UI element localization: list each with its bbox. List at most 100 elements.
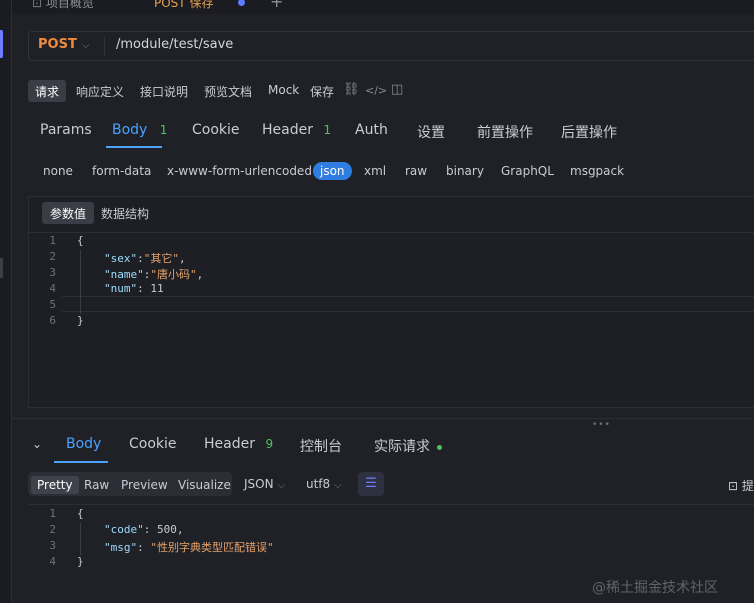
divider [29,232,754,233]
response-tab-actual-request[interactable]: 实际请求 [374,436,443,456]
tab-project-overview[interactable]: ⊡ 项目概览 [32,0,94,14]
body-type-graphql[interactable]: GraphQL [501,164,554,178]
tab-post-save[interactable]: POST 保存 [154,0,213,14]
url-input[interactable]: /module/test/save [116,37,233,52]
overview-icon: ⊡ [32,0,43,10]
tab-param-values[interactable]: 参数值 [42,202,95,224]
line-number: 3 [49,266,56,279]
indent-guide [80,250,81,314]
new-tab-button[interactable]: + [270,0,283,12]
method-select[interactable]: POST [38,37,77,52]
code-line: "num": 11 [104,282,164,295]
encoding-select[interactable]: utf8 ⌵ [306,477,342,491]
tab-auth[interactable]: Auth [355,122,388,138]
left-activity-strip [0,0,12,603]
divider [28,504,754,505]
extract-icon: ⊡ [728,479,739,493]
body-type-urlencoded[interactable]: x-www-form-urlencoded [167,164,312,178]
response-tab-body[interactable]: Body [66,436,101,452]
json-key: "code" [104,523,144,536]
json-string: "唐小码" [150,268,197,281]
body-type-json[interactable]: json [313,162,352,180]
active-tab-underline [54,461,108,463]
tab-body[interactable]: Body 1 [112,122,167,138]
count-badge: 9 [265,437,274,451]
line-number: 1 [49,234,56,247]
body-type-raw[interactable]: raw [405,164,427,178]
code-icon[interactable]: </> [365,84,387,97]
chevron-down-icon: ⌵ [277,480,285,491]
response-tab-header[interactable]: Header 9 [204,436,273,452]
tab-mock[interactable]: Mock [261,80,306,102]
tab-header[interactable]: Header 1 [262,122,331,138]
tab-response-definition[interactable]: 响应定义 [69,80,131,102]
json-key: "name" [104,268,144,281]
tab-data-structure[interactable]: 数据结构 [93,202,157,224]
tab-label: Body [112,122,148,138]
json-number: 11 [150,282,164,295]
json-comma: , [176,523,184,536]
code-line: "name":"唐小码", [104,266,203,282]
active-indicator [0,30,3,58]
chevron-down-icon: ⌵ [334,480,342,491]
tab-request[interactable]: 请求 [28,80,67,102]
json-key: "msg" [104,541,138,554]
json-colon: : [137,252,144,265]
line-number: 1 [49,507,56,520]
line-number: 3 [49,539,56,552]
extract-button[interactable]: ⊡ 提 [728,477,754,494]
view-visualize-button[interactable]: Visualize [172,476,237,494]
panel-icon[interactable]: ◫ [391,82,403,97]
tab-label: Header [262,122,313,138]
save-button[interactable]: 保存 [303,80,341,102]
response-tab-console[interactable]: 控制台 [300,436,342,456]
watermark: @稀土掘金技术社区 [592,580,718,596]
tab-cookie[interactable]: Cookie [192,122,240,138]
code-line: "sex":"其它", [104,250,186,266]
line-number: 6 [49,314,56,327]
link-icon[interactable]: ⛓ [343,82,360,97]
body-type-form-data[interactable]: form-data [92,164,151,178]
view-pretty-button[interactable]: Pretty [31,476,79,494]
count-badge: 1 [323,123,332,137]
resize-grip-icon[interactable]: ••• [592,420,611,430]
unsaved-dot-icon [238,0,245,6]
json-comma: , [196,268,204,281]
code-line: "code": 500, [104,523,184,536]
code-line: } [77,555,84,568]
encoding-value: utf8 [306,477,331,491]
tab-preview-doc[interactable]: 预览文档 [197,80,259,102]
tab-post-operations[interactable]: 后置操作 [561,122,617,142]
body-type-none[interactable]: none [43,164,73,178]
json-colon: : [143,523,157,536]
word-wrap-icon[interactable]: ☰ [358,472,384,496]
line-number: 2 [49,250,56,263]
body-type-xml[interactable]: xml [364,164,386,178]
body-type-msgpack[interactable]: msgpack [570,164,624,178]
tab-api-description[interactable]: 接口说明 [133,80,195,102]
json-comma: , [179,252,186,265]
json-string: "性别字典类型匹配错误" [150,541,274,554]
code-line: "msg": "性别字典类型匹配错误" [104,539,274,555]
indent-guide [80,523,81,555]
body-type-binary[interactable]: binary [446,164,484,178]
line-number: 5 [49,298,56,311]
code-line: } [77,314,84,327]
view-preview-button[interactable]: Preview [115,476,174,494]
view-raw-button[interactable]: Raw [78,476,115,494]
tab-label: 实际请求 [374,439,430,455]
chevron-down-icon[interactable]: ⌵ [82,40,90,51]
panel-divider[interactable] [12,418,754,419]
status-dot-icon [437,444,443,450]
tab-params[interactable]: Params [40,122,92,138]
json-number: 500 [157,523,177,536]
count-badge: 1 [159,123,168,137]
tab-pre-operations[interactable]: 前置操作 [477,122,533,142]
json-key: "num" [104,282,138,295]
response-tab-cookie[interactable]: Cookie [129,436,177,452]
collapse-chevron-icon[interactable]: ⌄ [32,437,42,451]
more-tabs-button[interactable]: ··· [312,0,323,12]
line-number: 4 [49,282,56,295]
tab-settings[interactable]: 设置 [417,122,445,142]
format-select[interactable]: JSON ⌵ [244,477,285,491]
